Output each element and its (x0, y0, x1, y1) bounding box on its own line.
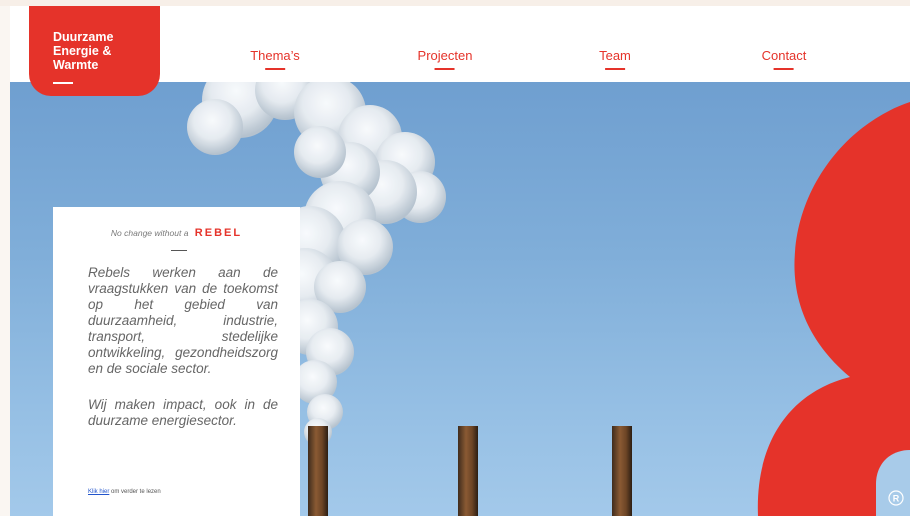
nav-underline (774, 68, 794, 70)
badge-letter: R (893, 494, 900, 504)
nav-projecten-label: Projecten (417, 48, 473, 63)
chimney-right (612, 426, 632, 516)
nav-projecten[interactable]: Projecten (417, 48, 473, 70)
nav-underline (434, 68, 455, 70)
logo-line-3: Warmte (53, 58, 99, 72)
logo-text: Duurzame Energie & Warmte (53, 30, 113, 72)
intro-paragraph: Rebels werken aan de vraagstukken van de… (88, 265, 278, 376)
logo-underline (53, 82, 73, 84)
nav-team[interactable]: Team (599, 48, 631, 70)
impact-paragraph: Wij maken impact, ook in de duurzame ene… (88, 397, 278, 428)
read-more-suffix: om verder te lezen (109, 489, 161, 495)
read-more-link[interactable]: Klik hier (88, 489, 109, 495)
nav-underline (604, 68, 625, 70)
red-shape (757, 102, 910, 516)
read-more: Klik hier om verder te lezen (88, 489, 161, 495)
intro-panel: No change without a REBEL Rebels werken … (53, 207, 300, 516)
rebel-wordmark: REBEL (194, 227, 243, 239)
chimney-middle (458, 426, 478, 516)
nav-themas[interactable]: Thema’s (250, 48, 300, 70)
chimney-left (308, 426, 328, 516)
logo-line-2: Energie & (53, 44, 112, 58)
logo-line-1: Duurzame (53, 30, 114, 44)
page: Duurzame Energie & Warmte Thema’s Projec… (0, 0, 910, 516)
tagline-divider (171, 250, 187, 251)
tagline-prefix: No change without a (110, 228, 189, 238)
nav-team-label: Team (599, 48, 631, 63)
nav-underline (265, 68, 285, 70)
tagline: No change without a REBEL (53, 227, 300, 239)
nav-contact-label: Contact (761, 48, 807, 63)
site-logo[interactable]: Duurzame Energie & Warmte (29, 6, 160, 96)
nav-contact[interactable]: Contact (761, 48, 807, 70)
nav-themas-label: Thema’s (250, 48, 300, 63)
